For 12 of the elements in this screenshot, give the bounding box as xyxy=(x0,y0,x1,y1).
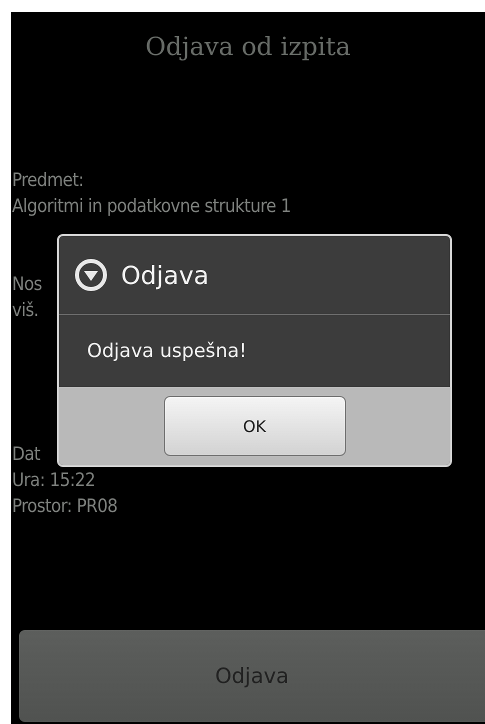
info-text: Nos xyxy=(12,273,42,297)
dialog-message: Odjava uspešna! xyxy=(87,340,247,362)
info-text: viš. xyxy=(12,299,38,323)
screen-title: Odjava od izpita xyxy=(145,31,351,63)
dialog-title: Odjava xyxy=(121,260,209,290)
info-text: Prostor: PR08 xyxy=(12,495,118,519)
info-text: Dat xyxy=(12,443,40,467)
ok-button[interactable]: OK xyxy=(164,396,346,456)
info-text: Predmet: xyxy=(12,169,84,193)
info-text: Ura: 15:22 xyxy=(12,469,96,493)
info-text: Algoritmi in podatkovne strukture 1 xyxy=(12,195,291,219)
alert-icon xyxy=(75,259,107,291)
